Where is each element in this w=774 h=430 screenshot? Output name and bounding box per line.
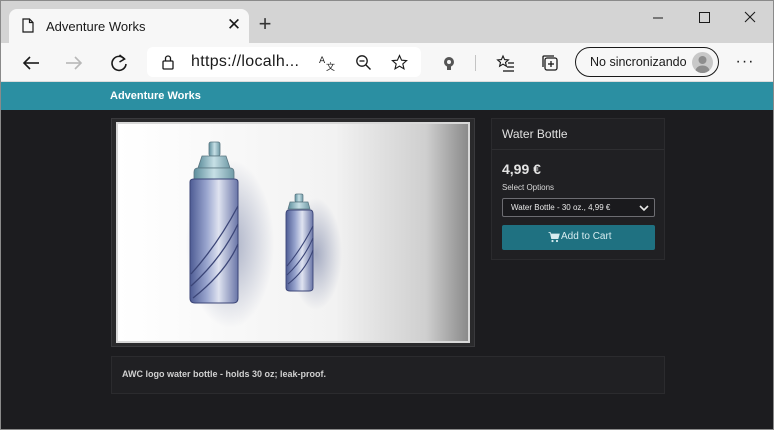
close-tab-icon[interactable]: ✕ <box>225 16 243 34</box>
sync-label: No sincronizando <box>590 55 687 69</box>
close-window-icon[interactable] <box>735 7 765 29</box>
product-image <box>116 122 470 343</box>
profile-avatar-icon <box>695 56 710 73</box>
product-price: 4,99 € <box>502 161 541 177</box>
add-to-cart-label: Add to Cart <box>561 231 612 242</box>
svg-text:A: A <box>319 56 326 66</box>
shopping-cart-icon <box>548 232 560 243</box>
maximize-icon[interactable] <box>689 7 719 29</box>
address-bar[interactable]: https://localh... A 文 <box>147 47 421 77</box>
more-options-icon[interactable]: ··· <box>734 51 756 73</box>
site-brand-link[interactable]: Adventure Works <box>110 90 201 102</box>
select-options-label: Select Options <box>502 183 555 192</box>
favorite-star-icon[interactable] <box>391 54 408 71</box>
selected-option: Water Bottle - 30 oz., 4,99 € <box>511 203 611 212</box>
product-description: AWC logo water bottle - holds 30 oz; lea… <box>122 369 327 379</box>
collections-icon[interactable] <box>539 52 561 74</box>
back-icon[interactable] <box>20 52 42 74</box>
title-bar: Adventure Works ✕ + <box>1 1 773 43</box>
site-navbar: Adventure Works <box>1 82 773 110</box>
page-content: Water Bottle 4,99 € Select Options Water… <box>1 110 773 429</box>
document-icon <box>22 18 34 33</box>
favorites-icon[interactable] <box>495 52 517 74</box>
minimize-icon[interactable] <box>643 7 673 29</box>
product-description-card: AWC logo water bottle - holds 30 oz; lea… <box>111 356 665 394</box>
svg-text:文: 文 <box>326 61 335 71</box>
extension-icon[interactable] <box>438 52 460 74</box>
toolbar-divider <box>475 55 476 71</box>
product-option-select[interactable]: Water Bottle - 30 oz., 4,99 € <box>502 198 655 217</box>
divider <box>492 149 664 150</box>
translate-icon[interactable]: A 文 <box>319 54 336 71</box>
product-name: Water Bottle <box>502 127 568 141</box>
forward-icon[interactable] <box>63 52 85 74</box>
product-detail-card: Water Bottle 4,99 € Select Options Water… <box>491 118 665 260</box>
browser-tab[interactable]: Adventure Works ✕ <box>9 9 249 43</box>
lock-icon[interactable] <box>161 54 175 70</box>
new-tab-button[interactable]: + <box>255 13 275 35</box>
url-text[interactable]: https://localh... <box>191 53 299 71</box>
zoom-out-icon[interactable] <box>355 54 372 71</box>
product-image-card <box>111 118 475 347</box>
add-to-cart-button[interactable]: Add to Cart <box>502 225 655 250</box>
browser-toolbar: https://localh... A 文 No sincronizando ·… <box>1 43 773 82</box>
chevron-down-icon <box>639 205 649 212</box>
tab-title: Adventure Works <box>46 19 146 34</box>
water-bottle-image <box>118 124 468 341</box>
refresh-icon[interactable] <box>108 52 130 74</box>
avatar <box>692 52 713 73</box>
browser-window: Adventure Works ✕ + https://localh... A … <box>0 0 774 430</box>
profile-sync-button[interactable]: No sincronizando <box>575 47 719 77</box>
